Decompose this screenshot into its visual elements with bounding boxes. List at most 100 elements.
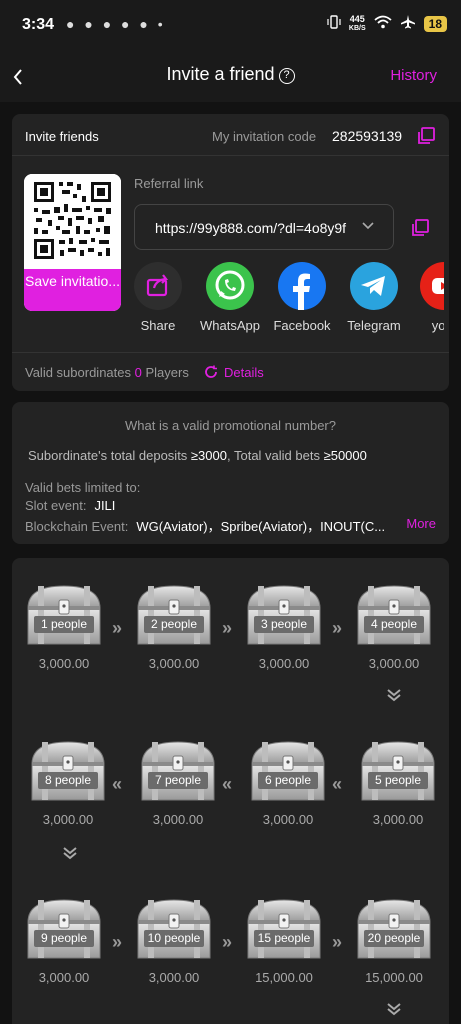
arrow-right-icon: » xyxy=(332,932,343,952)
chest-people-label: 3 people xyxy=(254,616,314,633)
share-option-share[interactable]: Share xyxy=(134,262,190,333)
chevron-double-down-icon xyxy=(386,688,402,702)
referral-link-field[interactable]: https://99y888.com/?dl=4o8y9f xyxy=(134,204,394,250)
save-invitation-button[interactable]: Save invitatio... xyxy=(24,269,121,311)
arrow-left-icon: « xyxy=(222,774,233,794)
chest-people-label: 2 people xyxy=(144,616,204,633)
treasure-chest-icon xyxy=(357,899,431,959)
status-right: 445 KB/S 18 xyxy=(327,14,447,33)
chest-people-label: 6 people xyxy=(258,772,318,789)
details-link[interactable]: Details xyxy=(204,365,264,380)
qr-code-card: Save invitatio... xyxy=(24,174,121,311)
status-time: 3:34 xyxy=(22,16,55,33)
vibrate-icon xyxy=(327,15,341,32)
reward-chest[interactable]: 15 people 15,000.00 xyxy=(244,894,324,985)
share-option-whatsapp[interactable]: WhatsApp xyxy=(198,262,262,333)
rules-card: What is a valid promotional number? Subo… xyxy=(12,402,449,544)
facebook-icon xyxy=(278,262,326,310)
treasure-chest-icon xyxy=(31,741,105,801)
chevron-double-down-icon xyxy=(386,1002,402,1016)
rewards-card: 1 people 3,000.00 » 2 people 3,000.00 » 3 pe… xyxy=(12,558,449,1024)
reward-chest[interactable]: 1 people 3,000.00 xyxy=(24,580,104,671)
chest-amount: 15,000.00 xyxy=(255,970,313,985)
chest-amount: 3,000.00 xyxy=(372,812,424,827)
arrow-right-icon: » xyxy=(332,618,343,638)
network-speed: 445 KB/S xyxy=(348,13,366,32)
chest-amount: 3,000.00 xyxy=(38,656,90,671)
treasure-chest-icon xyxy=(247,899,321,959)
treasure-chest-icon xyxy=(247,585,321,645)
treasure-chest-icon xyxy=(137,899,211,959)
reward-chest[interactable]: 4 people 3,000.00 xyxy=(354,580,434,671)
chest-people-label: 10 people xyxy=(144,930,204,947)
valid-subordinates-text: Valid subordinates 0 Players xyxy=(25,365,189,380)
chest-amount: 3,000.00 xyxy=(368,656,420,671)
referral-link-value: https://99y888.com/?dl=4o8y9f xyxy=(155,220,347,236)
chest-amount: 3,000.00 xyxy=(148,656,200,671)
valid-bets-label: Valid bets limited to: xyxy=(25,480,141,495)
header-bar: Invite a friend? History xyxy=(0,52,461,102)
slot-event-line: Slot event: JILI xyxy=(25,498,116,513)
chest-amount: 3,000.00 xyxy=(152,812,204,827)
youtube-icon xyxy=(420,262,444,310)
chest-people-label: 20 people xyxy=(364,930,424,947)
share-row: Share WhatsApp Facebook Telegram yout xyxy=(134,262,444,334)
arrow-left-icon: « xyxy=(112,774,123,794)
treasure-chest-icon xyxy=(27,585,101,645)
reward-chest[interactable]: 20 people 15,000.00 xyxy=(354,894,434,985)
arrow-left-icon: « xyxy=(332,774,343,794)
telegram-icon xyxy=(350,262,398,310)
treasure-chest-icon xyxy=(27,899,101,959)
arrow-right-icon: » xyxy=(222,618,233,638)
invitation-code-label: My invitation code xyxy=(212,129,317,144)
treasure-chest-icon xyxy=(357,585,431,645)
share-icon xyxy=(134,262,182,310)
chevron-down-icon xyxy=(362,222,374,230)
chest-amount: 3,000.00 xyxy=(258,656,310,671)
treasure-chest-icon xyxy=(361,741,435,801)
chevron-double-down-icon xyxy=(62,846,78,860)
treasure-chest-icon xyxy=(251,741,325,801)
invite-header: Invite friends My invitation code 282593… xyxy=(12,114,449,156)
share-option-telegram[interactable]: Telegram xyxy=(342,262,406,333)
refresh-icon xyxy=(205,365,217,378)
chest-amount: 3,000.00 xyxy=(148,970,200,985)
reward-chest[interactable]: 2 people 3,000.00 xyxy=(134,580,214,671)
reward-chest[interactable]: 6 people 3,000.00 xyxy=(248,736,328,827)
valid-subordinates-row: Valid subordinates 0 Players Details xyxy=(12,352,449,390)
invite-card: Invite friends My invitation code 282593… xyxy=(12,114,449,391)
more-link[interactable]: More xyxy=(406,516,436,531)
copy-link-icon[interactable] xyxy=(410,218,430,238)
chest-people-label: 8 people xyxy=(38,772,98,789)
reward-chest[interactable]: 3 people 3,000.00 xyxy=(244,580,324,671)
rules-title: What is a valid promotional number? xyxy=(125,418,336,433)
reward-chest[interactable]: 7 people 3,000.00 xyxy=(138,736,218,827)
chest-people-label: 5 people xyxy=(368,772,428,789)
referral-link-label: Referral link xyxy=(134,176,204,191)
chest-people-label: 7 people xyxy=(148,772,208,789)
chest-amount: 3,000.00 xyxy=(262,812,314,827)
reward-chest[interactable]: 9 people 3,000.00 xyxy=(24,894,104,985)
battery-indicator: 18 xyxy=(423,15,447,32)
share-option-facebook[interactable]: Facebook xyxy=(270,262,334,333)
reward-chest[interactable]: 8 people 3,000.00 xyxy=(28,736,108,827)
help-icon[interactable]: ? xyxy=(278,68,295,84)
treasure-chest-icon xyxy=(141,741,215,801)
copy-code-icon[interactable] xyxy=(416,126,436,146)
chest-people-label: 15 people xyxy=(254,930,314,947)
invite-title: Invite friends xyxy=(25,129,99,144)
status-bar: 3:34 ● ● ● ● ● • 445 KB/S 18 xyxy=(0,0,461,52)
whatsapp-icon xyxy=(206,262,254,310)
airplane-icon xyxy=(400,14,416,33)
reward-chest[interactable]: 10 people 3,000.00 xyxy=(134,894,214,985)
chest-amount: 15,000.00 xyxy=(365,970,423,985)
blockchain-event-line: Blockchain Event: WG(Aviator)，Spribe(Avia… xyxy=(25,519,386,534)
reward-chest[interactable]: 5 people 3,000.00 xyxy=(358,736,438,827)
share-option-youtube[interactable]: yout xyxy=(412,262,444,333)
arrow-right-icon: » xyxy=(112,932,123,952)
invitation-code-value: 282593139 xyxy=(332,128,403,144)
history-link[interactable]: History xyxy=(390,67,437,84)
notification-icons: ● ● ● ● ● • xyxy=(66,16,166,32)
chest-amount: 3,000.00 xyxy=(42,812,94,827)
qr-code-image xyxy=(24,174,121,269)
